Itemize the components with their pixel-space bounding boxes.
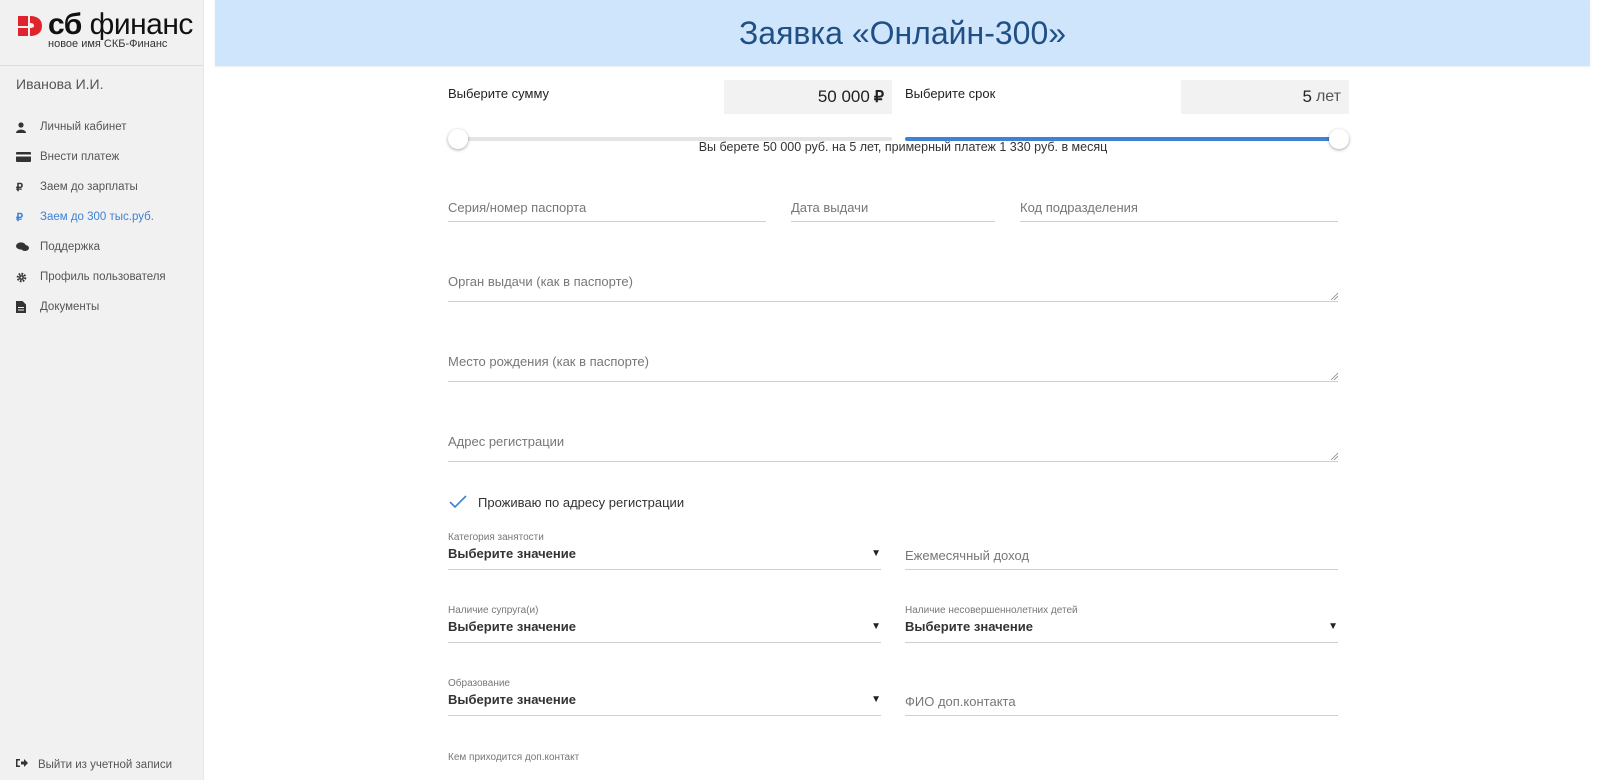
term-value-field[interactable]: 5 лет bbox=[1181, 80, 1349, 114]
issue-date-input[interactable]: Дата выдачи bbox=[791, 192, 995, 222]
sidebar-item-label: Личный кабинет bbox=[40, 121, 127, 133]
sidebar-item-label: Заем до зарплаты bbox=[40, 181, 138, 193]
sidebar-item-loan-300[interactable]: ₽ Заем до 300 тыс.руб. bbox=[0, 202, 204, 232]
sidebar-item-label: Заем до 300 тыс.руб. bbox=[40, 211, 154, 223]
comments-icon bbox=[16, 242, 34, 252]
credit-card-icon bbox=[16, 152, 34, 162]
caret-down-icon: ▼ bbox=[1328, 621, 1338, 632]
division-code-input[interactable]: Код подразделения bbox=[1020, 192, 1338, 222]
employment-label: Категория занятости bbox=[448, 532, 544, 543]
page-header: Заявка «Онлайн-300» bbox=[215, 0, 1590, 66]
extra-contact-name-placeholder: ФИО доп.контакта bbox=[905, 694, 1016, 709]
passport-input[interactable]: Серия/номер паспорта bbox=[448, 192, 766, 222]
sidebar-item-payday-loan[interactable]: ₽ Заем до зарплаты bbox=[0, 172, 204, 202]
same-address-label: Проживаю по адресу регистрации bbox=[478, 494, 685, 510]
page-title: Заявка «Онлайн-300» bbox=[738, 14, 1067, 51]
issuer-textarea[interactable]: Орган выдачи (как в паспорте) bbox=[448, 262, 1338, 302]
brand-name-bold: сб bbox=[48, 8, 82, 41]
issuer-placeholder: Орган выдачи (как в паспорте) bbox=[448, 274, 633, 289]
passport-placeholder: Серия/номер паспорта bbox=[448, 200, 587, 215]
birthplace-textarea[interactable]: Место рождения (как в паспорте) bbox=[448, 342, 1338, 382]
children-value: Выберите значение bbox=[905, 619, 1033, 634]
resize-handle-icon[interactable] bbox=[1330, 372, 1338, 380]
sidebar-item-label: Поддержка bbox=[40, 241, 100, 253]
birthplace-placeholder: Место рождения (как в паспорте) bbox=[448, 354, 649, 369]
monthly-income-input[interactable]: Ежемесячный доход bbox=[905, 532, 1338, 570]
sidebar: сб финанс новое имя СКБ-Финанс Иванова И… bbox=[0, 0, 204, 780]
issue-date-placeholder: Дата выдачи bbox=[791, 200, 869, 215]
brand-logo[interactable]: сб финанс новое имя СКБ-Финанс bbox=[0, 0, 203, 66]
brand-tagline: новое имя СКБ-Финанс bbox=[48, 38, 168, 50]
children-select[interactable]: Наличие несовершеннолетних детей Выберит… bbox=[905, 605, 1338, 643]
ruble-icon: ₽ bbox=[16, 181, 23, 194]
logout-label: Выйти из учетной записи bbox=[38, 758, 173, 771]
education-select[interactable]: Образование Выберите значение ▼ bbox=[448, 678, 881, 716]
brand-name-light: финанс bbox=[89, 8, 194, 41]
spouse-select[interactable]: Наличие супруга(и) Выберите значение ▼ bbox=[448, 605, 881, 643]
employment-value: Выберите значение bbox=[448, 546, 576, 561]
checkmark-icon bbox=[449, 495, 467, 509]
division-code-placeholder: Код подразделения bbox=[1020, 200, 1138, 215]
extra-contact-relation-label: Кем приходится доп.контакт bbox=[448, 752, 580, 763]
user-icon bbox=[16, 121, 34, 133]
sidebar-item-label: Профиль пользователя bbox=[40, 271, 166, 283]
caret-down-icon: ▼ bbox=[871, 694, 881, 705]
caret-down-icon: ▼ bbox=[871, 621, 881, 632]
loan-summary: Вы берете 50 000 руб. на 5 лет, примерны… bbox=[698, 140, 1108, 154]
spouse-label: Наличие супруга(и) bbox=[448, 605, 539, 616]
resize-handle-icon[interactable] bbox=[1330, 452, 1338, 460]
reg-address-textarea[interactable]: Адрес регистрации bbox=[448, 422, 1338, 462]
resize-handle-icon[interactable] bbox=[1330, 292, 1338, 300]
term-slider-block: Выберите срок 5 лет bbox=[905, 80, 1349, 149]
same-address-checkbox[interactable]: Проживаю по адресу регистрации bbox=[448, 494, 684, 510]
sb-logo-icon bbox=[18, 16, 42, 36]
monthly-income-placeholder: Ежемесячный доход bbox=[905, 548, 1030, 563]
sign-out-icon bbox=[16, 758, 28, 771]
application-form: Выберите сумму 50 000 ₽ Выберите срок 5 … bbox=[448, 66, 1358, 780]
term-unit: лет bbox=[1315, 88, 1341, 105]
logout-link[interactable]: Выйти из учетной записи bbox=[16, 758, 172, 771]
amount-unit: ₽ bbox=[873, 89, 884, 106]
user-name: Иванова И.И. bbox=[16, 76, 104, 92]
brand-name: сб финанс bbox=[48, 8, 193, 42]
term-label: Выберите срок bbox=[905, 86, 996, 101]
sidebar-menu: Личный кабинет Внести платеж ₽ Заем до з… bbox=[0, 112, 204, 322]
sidebar-item-label: Документы bbox=[40, 301, 100, 313]
education-value: Выберите значение bbox=[448, 692, 576, 707]
spouse-value: Выберите значение bbox=[448, 619, 576, 634]
amount-value-field[interactable]: 50 000 ₽ bbox=[724, 80, 892, 114]
sidebar-item-documents[interactable]: Документы bbox=[0, 292, 204, 322]
extra-contact-name-input[interactable]: ФИО доп.контакта bbox=[905, 678, 1338, 716]
sidebar-item-label: Внести платеж bbox=[40, 151, 120, 163]
reg-address-placeholder: Адрес регистрации bbox=[448, 434, 565, 449]
employment-select[interactable]: Категория занятости Выберите значение ▼ bbox=[448, 532, 881, 570]
sidebar-item-profile[interactable]: Профиль пользователя bbox=[0, 262, 204, 292]
amount-label: Выберите сумму bbox=[448, 86, 550, 101]
children-label: Наличие несовершеннолетних детей bbox=[905, 605, 1078, 616]
sidebar-item-account[interactable]: Личный кабинет bbox=[0, 112, 204, 142]
sidebar-item-support[interactable]: Поддержка bbox=[0, 232, 204, 262]
sidebar-item-payment[interactable]: Внести платеж bbox=[0, 142, 204, 172]
document-icon bbox=[16, 301, 34, 313]
amount-value: 50 000 bbox=[817, 87, 870, 106]
ruble-icon: ₽ bbox=[16, 211, 23, 224]
education-label: Образование bbox=[448, 678, 510, 689]
term-value: 5 bbox=[1302, 87, 1312, 106]
gear-icon bbox=[16, 272, 34, 283]
amount-slider-block: Выберите сумму 50 000 ₽ bbox=[448, 80, 892, 149]
caret-down-icon: ▼ bbox=[871, 548, 881, 559]
